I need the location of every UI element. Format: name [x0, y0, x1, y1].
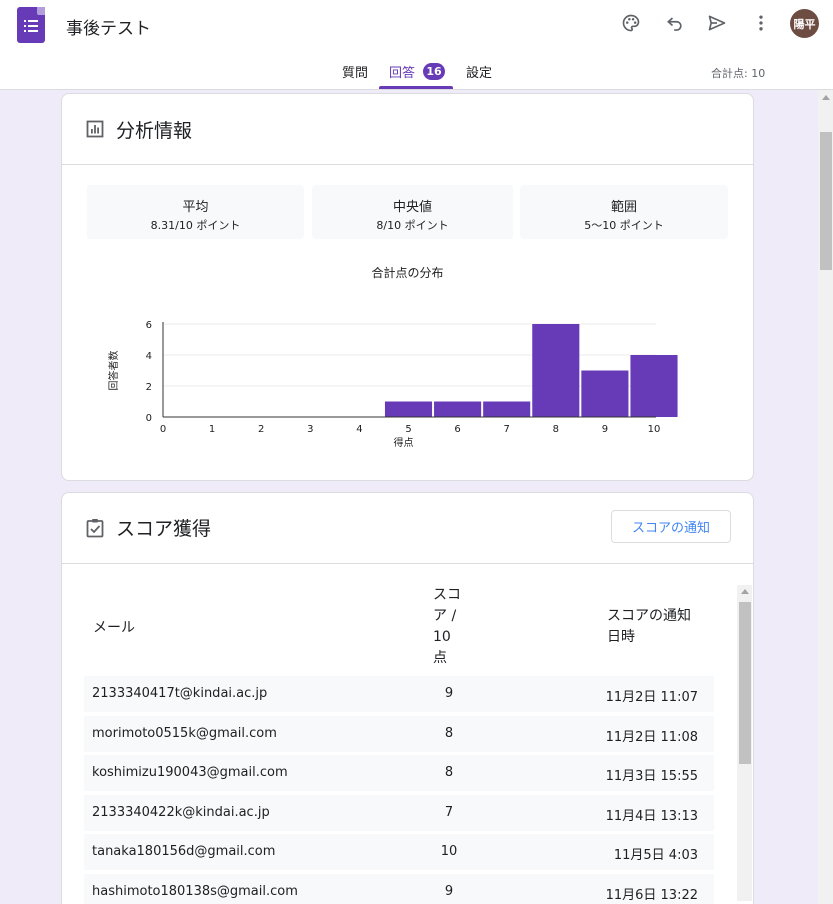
forms-logo-icon[interactable] — [17, 7, 45, 43]
row-email: hashimoto180138s@gmail.com — [92, 884, 298, 899]
column-header-notified: スコアの通知 日時 — [607, 606, 691, 648]
row-email: 2133340422k@kindai.ac.jp — [92, 805, 270, 820]
analytics-card-header: 分析情報 — [62, 94, 753, 165]
row-email: tanaka180156d@gmail.com — [92, 844, 276, 859]
chart-title: 合計点の分布 — [371, 266, 444, 280]
undo-icon[interactable] — [663, 11, 687, 35]
row-email: morimoto0515k@gmail.com — [92, 726, 277, 741]
x-tick-label: 4 — [356, 424, 362, 435]
table-row: koshimizu190043@gmail.com 8 11月3日 15:55 — [84, 755, 714, 791]
more-vert-icon[interactable] — [749, 11, 773, 35]
x-tick-label: 10 — [648, 424, 661, 435]
x-tick-label: 0 — [160, 424, 166, 435]
notify-scores-button[interactable]: スコアの通知 — [611, 510, 731, 543]
tab-settings[interactable]: 設定 — [466, 62, 492, 81]
table-scroll-up-arrow[interactable] — [741, 589, 749, 594]
responses-count-badge: 16 — [423, 63, 445, 80]
column-header-score: スコ ア / 10 点 — [433, 585, 461, 669]
table-row: hashimoto180138s@gmail.com 9 11月6日 13:22 — [84, 874, 714, 904]
x-tick-label: 5 — [405, 424, 411, 435]
y-tick-label: 2 — [146, 382, 152, 393]
table-scrollbar-thumb[interactable] — [739, 602, 751, 764]
scores-card: スコア獲得 スコアの通知 メール スコ ア / 10 点 スコアの通知 日時 2… — [61, 492, 754, 904]
row-email: 2133340417t@kindai.ac.jp — [92, 686, 268, 701]
histogram-bar — [483, 401, 531, 417]
stat-label: 平均 — [182, 200, 209, 215]
page-scrollbar-thumb[interactable] — [820, 132, 832, 270]
histogram-bar — [630, 355, 678, 417]
x-tick-label: 3 — [307, 424, 313, 435]
stat-value: 8.31/10 ポイント — [150, 219, 241, 232]
column-header-email: メール — [93, 620, 135, 636]
stat-label: 範囲 — [610, 200, 637, 215]
row-time: 11月2日 11:08 — [605, 730, 698, 745]
assignment-check-icon — [86, 518, 104, 538]
row-score: 10 — [440, 844, 458, 859]
row-score: 9 — [444, 884, 454, 899]
histogram-bar — [384, 401, 433, 417]
row-time: 11月4日 13:13 — [605, 809, 698, 824]
notified-header-line: スコアの通知 — [607, 608, 691, 624]
page-scroll-up-arrow[interactable] — [822, 95, 830, 100]
tab-responses[interactable]: 回答 — [389, 62, 415, 81]
histogram-bar — [581, 370, 629, 417]
row-score: 9 — [444, 686, 454, 701]
stat-median: 中央値 8/10 ポイント — [312, 185, 513, 239]
palette-icon[interactable] — [619, 11, 643, 35]
avatar[interactable]: 陽平 — [790, 9, 819, 38]
total-points: 合計点: 10 — [711, 67, 766, 80]
histogram-bar — [532, 324, 580, 417]
x-axis-label: 得点 — [394, 437, 414, 449]
stat-average: 平均 8.31/10 ポイント — [87, 185, 304, 239]
table-row: tanaka180156d@gmail.com 10 11月5日 4:03 — [84, 834, 714, 870]
scores-card-header: スコア獲得 スコアの通知 — [62, 493, 753, 564]
row-time: 11月5日 4:03 — [613, 848, 698, 863]
y-tick-label: 4 — [146, 351, 152, 362]
x-tick-label: 7 — [504, 424, 510, 435]
stat-value: 8/10 ポイント — [376, 219, 449, 232]
x-tick-label: 1 — [209, 424, 215, 435]
form-title[interactable]: 事後テスト — [66, 14, 151, 39]
row-score: 8 — [444, 726, 454, 741]
table-row: morimoto0515k@gmail.com 8 11月2日 11:08 — [84, 716, 714, 752]
y-tick-label: 6 — [146, 320, 152, 331]
score-header-line: 点 — [433, 650, 447, 666]
top-bar: 事後テスト 陽平 質問 回答 16 設定 合計点: 10 — [0, 0, 833, 90]
score-distribution-chart: 0 2 4 6 0 1 2 3 4 5 6 7 8 9 10 得点 回答者数 — [107, 320, 678, 449]
y-axis-label: 回答者数 — [107, 351, 120, 391]
score-header-line: ア / — [433, 608, 457, 624]
stat-label: 中央値 — [392, 200, 432, 215]
x-tick-label: 2 — [258, 424, 264, 435]
y-tick-label: 0 — [146, 413, 152, 424]
x-tick-label: 8 — [553, 424, 559, 435]
x-tick-label: 6 — [454, 424, 460, 435]
row-time: 11月6日 13:22 — [605, 888, 698, 903]
stat-value: 5〜10 ポイント — [584, 219, 664, 232]
row-score: 8 — [444, 765, 454, 780]
row-time: 11月2日 11:07 — [605, 690, 698, 705]
analytics-card: 分析情報 平均 8.31/10 ポイント 中央値 8/10 ポイント 範囲 5〜… — [61, 93, 754, 481]
row-email: koshimizu190043@gmail.com — [92, 765, 288, 780]
scores-title: スコア獲得 — [116, 518, 212, 540]
send-icon[interactable] — [705, 11, 729, 35]
active-tab-indicator — [379, 86, 453, 89]
notified-header-line: 日時 — [607, 629, 635, 645]
tab-questions[interactable]: 質問 — [342, 62, 368, 81]
score-header-line: 10 — [433, 629, 451, 645]
row-time: 11月3日 15:55 — [605, 769, 698, 784]
bar-chart-icon — [86, 120, 104, 138]
score-header-line: スコ — [433, 587, 461, 603]
table-row: 2133340417t@kindai.ac.jp 9 11月2日 11:07 — [84, 676, 714, 712]
table-row: 2133340422k@kindai.ac.jp 7 11月4日 13:13 — [84, 795, 714, 831]
stat-range: 範囲 5〜10 ポイント — [520, 185, 728, 239]
histogram-bar — [434, 401, 482, 417]
row-score: 7 — [444, 805, 454, 820]
x-tick-label: 9 — [602, 424, 608, 435]
analytics-title: 分析情報 — [116, 120, 193, 142]
